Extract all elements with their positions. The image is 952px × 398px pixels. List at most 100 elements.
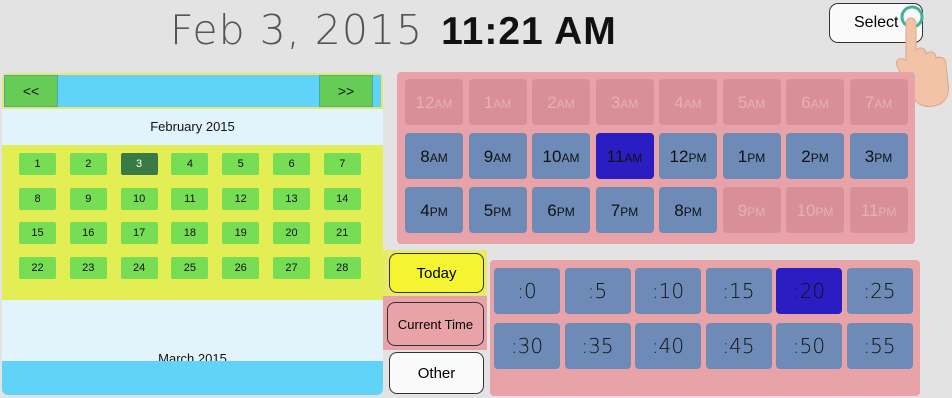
day-cell[interactable]: 1 [19, 153, 56, 175]
hour-number: 6 [801, 93, 811, 112]
minute-button[interactable]: :25 [846, 268, 913, 314]
minute-button[interactable]: :20 [776, 268, 842, 314]
hour-number: 4 [674, 93, 684, 112]
hour-button[interactable]: 5 PM [468, 187, 527, 233]
hour-button[interactable]: 7 PM [595, 187, 654, 233]
hour-button[interactable]: 4 PM [405, 187, 463, 233]
hour-number: 12 [669, 147, 689, 166]
hour-button[interactable]: 9 AM [468, 133, 527, 179]
next-month-label: March 2015 [158, 351, 227, 361]
today-button[interactable]: Today [389, 253, 484, 293]
day-cell[interactable]: 25 [171, 256, 209, 279]
hour-number: 7 [864, 93, 875, 112]
hour-suffix: AM [747, 97, 766, 111]
next-month-button[interactable]: >> [319, 75, 373, 107]
day-cell[interactable]: 27 [273, 256, 310, 279]
hour-suffix: PM [747, 151, 766, 165]
hour-button[interactable]: 8 AM [405, 133, 463, 179]
day-cell[interactable]: 20 [273, 222, 310, 244]
hour-suffix: PM [493, 205, 512, 219]
minute-button[interactable]: :10 [635, 268, 701, 314]
current-time-button[interactable]: Current Time [387, 302, 484, 346]
hour-number: 3 [864, 147, 875, 166]
hour-number: 7 [610, 201, 621, 220]
hour-button: 12 AM [405, 79, 463, 125]
hour-suffix: PM [810, 151, 829, 165]
hour-button[interactable]: 12 PM [659, 133, 717, 179]
other-button[interactable]: Other [389, 352, 484, 394]
hour-suffix: AM [620, 97, 639, 111]
hour-number: 9 [483, 147, 494, 166]
day-cell[interactable]: 15 [19, 222, 56, 244]
hour-button[interactable]: 3 PM [849, 133, 908, 179]
hour-suffix: PM [556, 205, 575, 219]
day-cell[interactable]: 19 [222, 222, 260, 244]
day-cell[interactable]: 9 [69, 187, 107, 210]
prev-month-button[interactable]: << [4, 75, 58, 107]
hour-number: 1 [737, 147, 748, 166]
hour-suffix: PM [878, 205, 897, 219]
day-cell[interactable]: 26 [222, 256, 260, 279]
minute-button[interactable]: :5 [564, 268, 631, 314]
hour-button: 5 AM [722, 79, 781, 125]
day-cell[interactable]: 16 [69, 222, 107, 244]
hour-button: 6 AM [786, 79, 844, 125]
hour-number: 6 [547, 201, 557, 220]
hour-button[interactable]: 10 AM [532, 133, 590, 179]
hour-suffix: AM [434, 97, 453, 111]
day-cell[interactable]: 18 [171, 222, 209, 244]
minute-button[interactable]: :45 [705, 323, 772, 369]
hour-number: 5 [483, 201, 494, 220]
day-cell[interactable]: 10 [120, 187, 158, 210]
day-cell[interactable]: 5 [222, 153, 260, 175]
hour-number: 11 [860, 201, 879, 220]
hour-button[interactable]: 1 PM [722, 133, 781, 179]
minute-grid: :0:5:10:15:20:25 :30:35:40:45:50:55 [490, 260, 920, 396]
calendar-bottom-bar [2, 361, 383, 395]
day-cell[interactable]: 6 [273, 153, 310, 175]
minute-button[interactable]: :50 [776, 323, 842, 369]
hour-suffix: AM [874, 97, 893, 111]
day-cell[interactable]: 28 [323, 256, 361, 279]
hour-number: 1 [483, 93, 494, 112]
hour-number: 8 [674, 201, 684, 220]
hour-suffix: AM [429, 151, 448, 165]
minute-button[interactable]: :35 [564, 323, 631, 369]
hour-number: 4 [420, 201, 430, 220]
day-cell[interactable]: 12 [222, 187, 260, 210]
minute-button[interactable]: :15 [705, 268, 772, 314]
day-cell[interactable]: 22 [19, 256, 56, 279]
hour-suffix: PM [620, 205, 639, 219]
minute-button[interactable]: :55 [846, 323, 913, 369]
day-cell[interactable]: 13 [273, 187, 310, 210]
hour-suffix: PM [815, 205, 834, 219]
day-cell[interactable]: 21 [323, 222, 361, 244]
hour-suffix: PM [688, 151, 707, 165]
header-datetime: Feb 3, 2015 11:21 AM [170, 6, 617, 54]
minute-button[interactable]: :0 [494, 268, 560, 314]
hour-button[interactable]: 8 PM [659, 187, 717, 233]
hour-button: 3 AM [595, 79, 654, 125]
hour-number: 9 [737, 201, 748, 220]
hour-button: 10 PM [786, 187, 844, 233]
minute-button[interactable]: :30 [494, 323, 560, 369]
day-cell[interactable]: 11 [171, 187, 209, 210]
hour-button[interactable]: 2 PM [786, 133, 844, 179]
day-cell[interactable]: 17 [120, 222, 158, 244]
hour-number: 10 [542, 147, 562, 166]
hour-number: 2 [547, 93, 557, 112]
hour-number: 3 [610, 93, 621, 112]
hour-button[interactable]: 11 AM [595, 133, 654, 179]
day-cell[interactable]: 3 [120, 153, 158, 175]
day-cell[interactable]: 7 [323, 153, 361, 175]
hour-button[interactable]: 6 PM [532, 187, 590, 233]
day-cell[interactable]: 14 [323, 187, 361, 210]
hour-number: 12 [415, 93, 435, 112]
day-cell[interactable]: 8 [19, 187, 56, 210]
day-cell[interactable]: 2 [69, 153, 107, 175]
day-cell[interactable]: 23 [69, 256, 107, 279]
minute-button[interactable]: :40 [635, 323, 701, 369]
day-cell[interactable]: 24 [120, 256, 158, 279]
day-cell[interactable]: 4 [171, 153, 209, 175]
hour-grid: 12 AM 1 AM 2 AM 3 AM 4 AM 5 AM 6 AM 7 AM 8 AM 9 AM 10 AM 11 AM 1… [397, 72, 915, 244]
